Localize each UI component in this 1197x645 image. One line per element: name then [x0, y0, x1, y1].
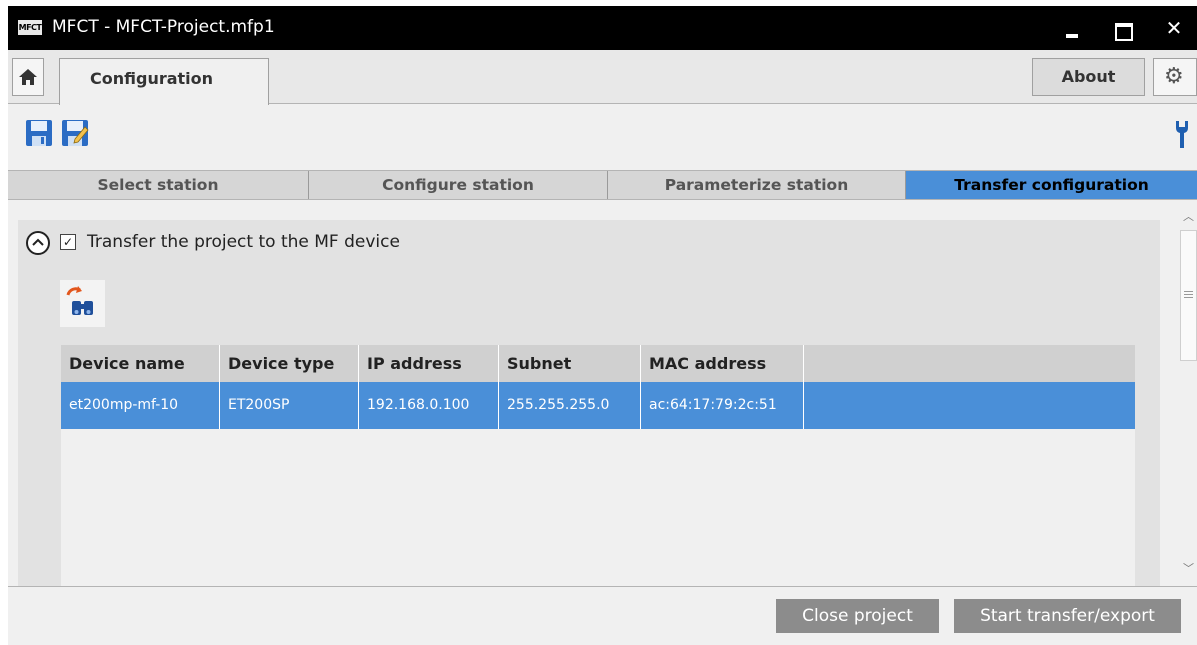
header-subnet[interactable]: Subnet	[499, 345, 641, 382]
cell-subnet: 255.255.255.0	[499, 382, 641, 429]
step-select-station[interactable]: Select station	[8, 171, 309, 199]
maximize-button[interactable]	[1104, 14, 1140, 42]
scroll-down-icon[interactable]: ﹀	[1180, 560, 1197, 577]
table-row[interactable]: et200mp-mf-10 ET200SP 192.168.0.100 255.…	[61, 382, 1135, 429]
cell-mac-address: ac:64:17:79:2c:51	[641, 382, 804, 429]
app-window: MFCT MFCT - MFCT-Project.mfp1 ✕ Configur…	[8, 6, 1197, 645]
save-as-icon[interactable]	[61, 119, 89, 147]
app-logo: MFCT	[18, 20, 42, 35]
scroll-up-icon[interactable]: ︿	[1180, 208, 1197, 225]
step-tabs: Select station Configure station Paramet…	[8, 170, 1197, 200]
start-transfer-button[interactable]: Start transfer/export	[954, 599, 1181, 633]
close-project-button[interactable]: Close project	[776, 599, 939, 633]
tab-configuration[interactable]: Configuration	[59, 58, 269, 105]
step-transfer-configuration[interactable]: Transfer configuration	[906, 171, 1197, 199]
cell-ip-address: 192.168.0.100	[359, 382, 499, 429]
cell-filler	[804, 382, 1135, 429]
header-device-name[interactable]: Device name	[61, 345, 220, 382]
device-table: Device name Device type IP address Subne…	[61, 345, 1135, 586]
search-devices-icon	[66, 286, 93, 315]
footer-bar: Close project Start transfer/export	[8, 586, 1197, 645]
home-icon	[19, 69, 37, 85]
menu-bar: Configuration About ⚙	[8, 50, 1197, 105]
settings-button[interactable]: ⚙	[1153, 58, 1197, 96]
cell-device-type: ET200SP	[220, 382, 359, 429]
save-icon[interactable]	[25, 119, 53, 147]
title-bar: MFCT MFCT - MFCT-Project.mfp1 ✕	[8, 6, 1197, 50]
step-configure-station[interactable]: Configure station	[309, 171, 608, 199]
home-button[interactable]	[12, 58, 44, 96]
cell-device-name: et200mp-mf-10	[61, 382, 220, 429]
close-button[interactable]: ✕	[1156, 14, 1192, 42]
grip-icon	[1184, 291, 1193, 298]
header-device-type[interactable]: Device type	[220, 345, 359, 382]
gear-icon: ⚙	[1164, 64, 1184, 89]
vertical-scrollbar[interactable]: ︿ ﹀	[1180, 200, 1197, 586]
header-ip-address[interactable]: IP address	[359, 345, 499, 382]
transfer-checkbox-label: Transfer the project to the MF device	[87, 232, 400, 252]
toolbar	[8, 105, 1197, 170]
collapse-icon[interactable]	[26, 231, 50, 255]
wrench-icon[interactable]	[1175, 119, 1189, 149]
step-parameterize-station[interactable]: Parameterize station	[608, 171, 906, 199]
content-area: ✓ Transfer the project to the MF device …	[8, 200, 1180, 586]
search-devices-button[interactable]	[60, 280, 105, 327]
transfer-panel: ✓ Transfer the project to the MF device …	[18, 220, 1160, 586]
about-button[interactable]: About	[1032, 58, 1145, 96]
header-mac-address[interactable]: MAC address	[641, 345, 804, 382]
scroll-thumb[interactable]	[1180, 230, 1197, 361]
transfer-checkbox[interactable]: ✓	[60, 234, 76, 250]
header-filler	[804, 345, 1135, 382]
table-header: Device name Device type IP address Subne…	[61, 345, 1135, 382]
minimize-button[interactable]	[1054, 14, 1090, 42]
window-title: MFCT - MFCT-Project.mfp1	[52, 17, 275, 37]
